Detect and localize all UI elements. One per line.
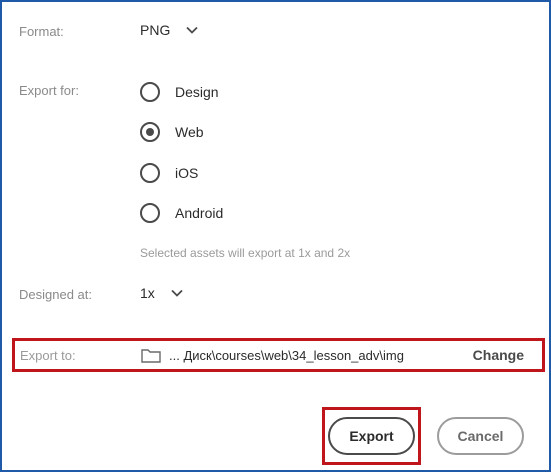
chevron-down-icon xyxy=(171,289,183,297)
radio-web-label: Web xyxy=(175,124,204,140)
format-value: PNG xyxy=(140,22,171,38)
folder-icon xyxy=(141,348,161,363)
export-path: ... Диск\courses\web\34_lesson_adv\img xyxy=(169,347,404,363)
radio-design-label: Design xyxy=(175,84,219,100)
radio-ios[interactable]: iOS xyxy=(140,163,198,183)
radio-button[interactable] xyxy=(140,203,160,223)
export-to-label: Export to: xyxy=(20,347,76,363)
chevron-down-icon xyxy=(186,26,198,34)
change-button[interactable]: Change xyxy=(473,347,524,363)
export-for-label: Export for: xyxy=(19,83,79,98)
radio-web[interactable]: Web xyxy=(140,122,204,142)
designed-at-value: 1x xyxy=(140,285,155,301)
export-dialog: Format: PNG Export for: Design Web iOS A… xyxy=(0,0,551,472)
radio-android[interactable]: Android xyxy=(140,203,223,223)
radio-ios-label: iOS xyxy=(175,165,199,181)
radio-button[interactable] xyxy=(140,82,160,102)
radio-design[interactable]: Design xyxy=(140,82,219,102)
format-label: Format: xyxy=(19,24,64,39)
cancel-button[interactable]: Cancel xyxy=(437,417,524,455)
export-scale-hint: Selected assets will export at 1x and 2x xyxy=(140,246,351,260)
designed-at-dropdown[interactable]: 1x xyxy=(140,285,183,301)
radio-android-label: Android xyxy=(175,205,224,221)
radio-selected-dot xyxy=(146,128,154,136)
designed-at-label: Designed at: xyxy=(19,287,92,302)
radio-button[interactable] xyxy=(140,122,160,142)
radio-button[interactable] xyxy=(140,163,160,183)
export-to-row: Export to: ... Диск\courses\web\34_lesso… xyxy=(12,338,545,372)
format-dropdown[interactable]: PNG xyxy=(140,22,198,38)
export-button[interactable]: Export xyxy=(328,417,415,455)
